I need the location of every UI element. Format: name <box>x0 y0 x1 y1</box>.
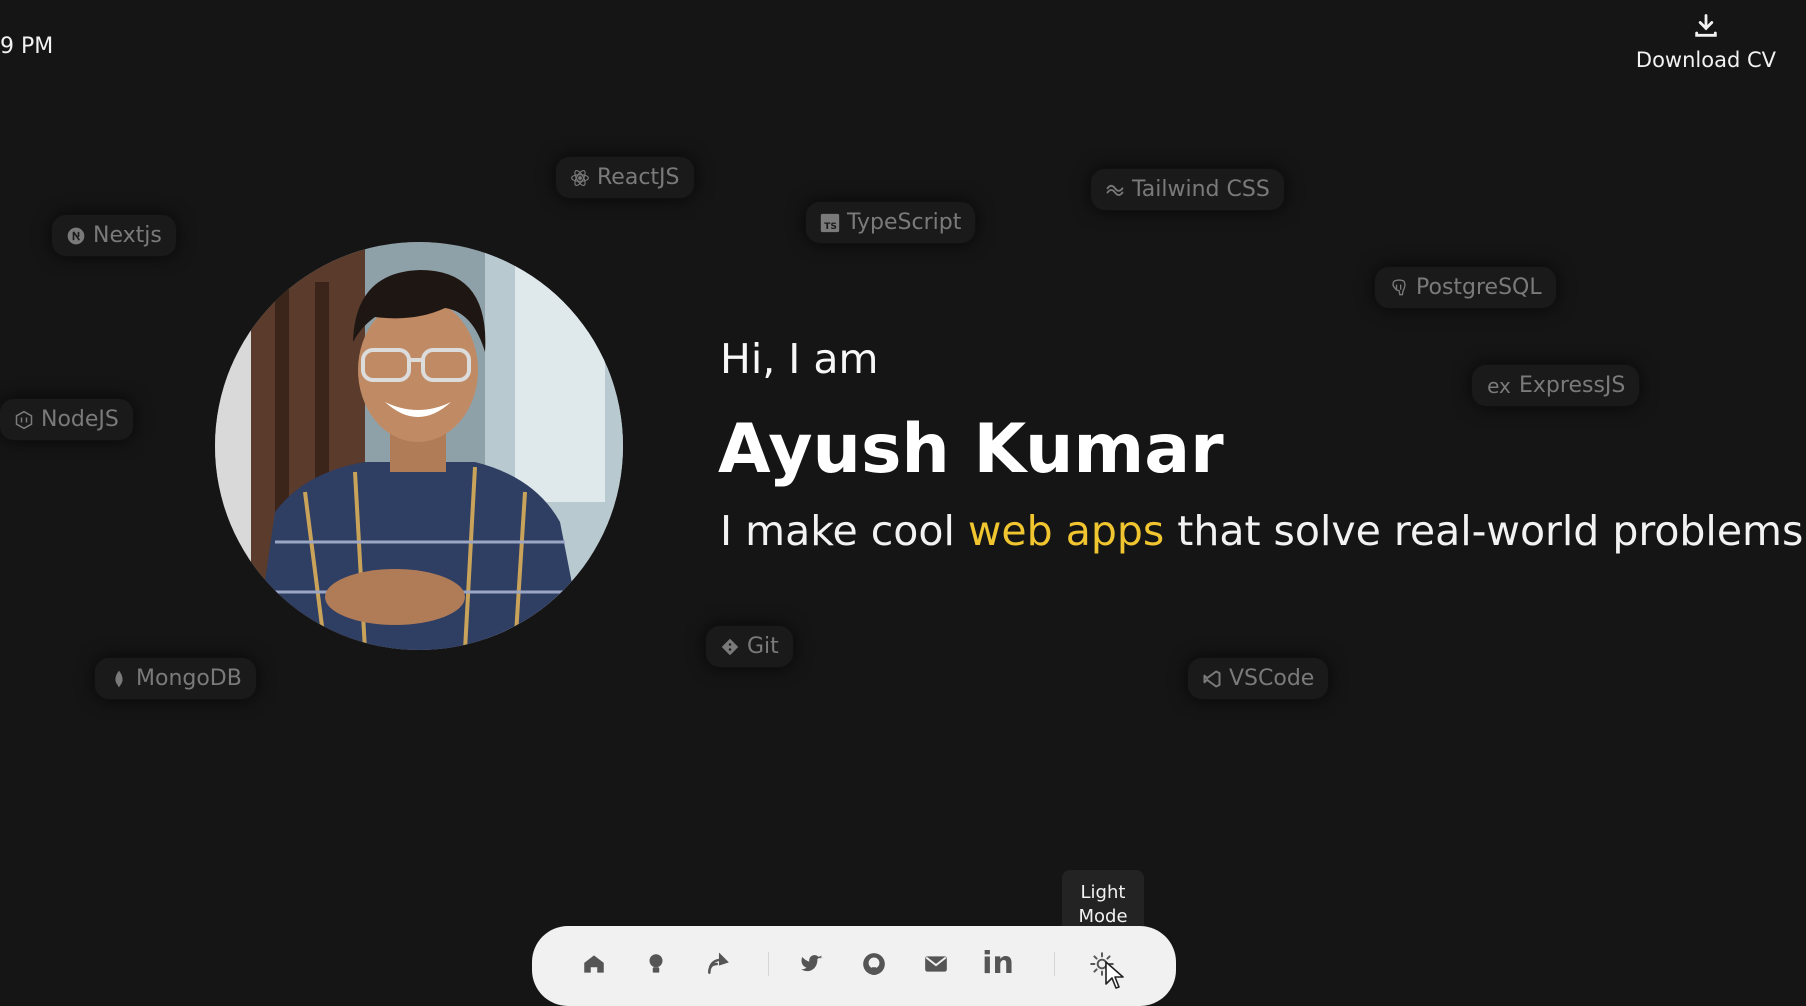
clock-time: 9 PM <box>0 34 54 59</box>
chip-postgresql: PostgreSQL <box>1375 267 1556 308</box>
chip-reactjs: ReactJS <box>556 157 694 198</box>
chip-label: VSCode <box>1229 666 1315 691</box>
chip-label: Tailwind CSS <box>1132 177 1270 202</box>
typescript-icon: TS <box>820 213 840 233</box>
svg-text:TS: TS <box>824 220 837 231</box>
express-icon: ex <box>1487 373 1511 398</box>
react-icon <box>570 168 590 188</box>
chip-nodejs: NodeJS <box>0 399 133 440</box>
mail-icon <box>925 956 947 972</box>
download-cv-label: Download CV <box>1635 48 1776 72</box>
chip-label: Nextjs <box>93 223 162 248</box>
vscode-icon <box>1202 669 1222 689</box>
dock-projects-button[interactable] <box>638 946 674 982</box>
chip-label: Git <box>747 634 779 659</box>
dock-twitter-button[interactable] <box>794 946 830 982</box>
chip-vscode: VSCode <box>1188 658 1329 699</box>
tagline-after: that solve real-world problems <box>1164 507 1804 555</box>
hero-greeting: Hi, I am <box>720 335 879 383</box>
tagline-before: I make cool <box>720 507 968 555</box>
chip-label: ExpressJS <box>1519 373 1626 398</box>
chip-nextjs: Nextjs <box>52 215 176 256</box>
twitter-icon <box>801 955 823 972</box>
download-icon <box>1695 14 1717 37</box>
chip-label: TypeScript <box>847 210 962 235</box>
chip-tailwind: Tailwind CSS <box>1091 169 1284 210</box>
blog-icon <box>708 952 729 974</box>
chip-git: Git <box>706 626 793 667</box>
chip-expressjs: ex ExpressJS <box>1472 365 1640 406</box>
dock-mail-button[interactable] <box>918 946 954 982</box>
dock-divider <box>768 952 769 976</box>
tailwind-icon <box>1105 180 1125 200</box>
dock-github-button[interactable] <box>856 946 892 982</box>
github-icon <box>863 953 885 975</box>
tagline-highlight: web apps <box>967 507 1165 555</box>
tooltip-line-1: Light <box>1080 882 1126 903</box>
hero-name: Ayush Kumar <box>718 410 1224 489</box>
home-icon <box>584 955 604 973</box>
nodejs-icon <box>14 410 34 430</box>
mouse-cursor-icon <box>1105 961 1124 989</box>
hero-tagline: I make cool web apps that solve real-wor… <box>720 507 1803 555</box>
git-icon <box>720 637 740 657</box>
download-cv-button[interactable]: Download CV <box>1636 12 1776 72</box>
dock-divider <box>1054 952 1055 976</box>
nextjs-icon <box>66 226 86 246</box>
linkedin-icon: in <box>982 946 1014 981</box>
mongodb-icon <box>109 669 129 689</box>
chip-label: ReactJS <box>597 165 680 190</box>
dock-blog-button[interactable] <box>700 946 736 982</box>
chip-label: PostgreSQL <box>1416 275 1542 300</box>
profile-photo <box>215 242 623 650</box>
postgresql-icon <box>1389 278 1409 298</box>
dock-home-button[interactable] <box>576 946 612 982</box>
dock-linkedin-button[interactable]: in <box>980 946 1016 982</box>
chip-label: NodeJS <box>41 407 119 432</box>
chip-label: MongoDB <box>136 666 242 691</box>
bottom-dock: in <box>532 926 1176 1006</box>
chip-mongodb: MongoDB <box>95 658 256 699</box>
lightbulb-icon <box>649 954 663 973</box>
tooltip-line-2: Mode <box>1078 906 1128 927</box>
chip-typescript: TS TypeScript <box>806 202 976 243</box>
